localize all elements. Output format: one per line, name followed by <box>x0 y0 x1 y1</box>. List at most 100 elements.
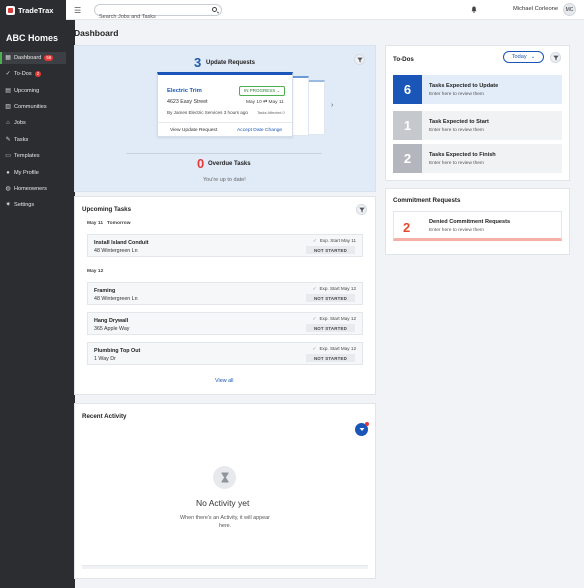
avatar[interactable]: MC <box>563 3 576 16</box>
sidebar-item-upcoming[interactable]: ▤ Upcoming <box>0 85 66 97</box>
chevron-right-icon[interactable]: › <box>331 102 333 109</box>
task-name: Plumbing Top Out <box>94 348 141 354</box>
filter-icon <box>358 207 365 212</box>
denied-commitment-requests-item[interactable]: 2 Denied Commitment Requests Enter here … <box>393 211 562 241</box>
date-group-header: May 12 <box>87 269 103 274</box>
sidebar-item-label: My Profile <box>14 170 39 176</box>
status-badge[interactable]: IN PROGRESS ⌄ <box>239 86 286 96</box>
period-dropdown[interactable]: Today ⌄ <box>503 51 544 63</box>
menu-icon[interactable]: ☰ <box>74 6 81 15</box>
group-extra: Tomorrow <box>107 221 131 226</box>
divider <box>126 153 322 154</box>
top-bar <box>0 0 584 20</box>
hourglass-icon <box>213 466 236 489</box>
todo-text: Task Expected to Start Enter here to revi… <box>422 119 489 133</box>
task-address: 365 Apple Way <box>94 326 130 332</box>
tasks-affected: Tasks Affected 0 <box>257 111 285 115</box>
sidebar-item-my-profile[interactable]: ● My Profile <box>0 167 66 179</box>
search-box[interactable] <box>94 4 222 22</box>
chevron-down-icon <box>359 428 364 431</box>
overdue-message: You're up to date! <box>203 177 246 183</box>
chevron-down-icon: ⌄ <box>530 54 536 60</box>
expected-start-label: Exp. Start May 12 <box>319 316 356 321</box>
sidebar-item-to-dos[interactable]: ✓ To-Dos 2 <box>0 68 66 80</box>
status-badge: NOT STARTED <box>306 324 355 332</box>
accept-date-change-link[interactable]: Accept Date Change <box>237 128 282 133</box>
sidebar-item-tasks[interactable]: ✎ Tasks <box>0 134 66 146</box>
todo-item[interactable]: 6 Tasks Expected to Update Enter here to r… <box>393 75 562 104</box>
todo-title: Tasks Expected to Finish <box>429 151 496 158</box>
calendar-icon: ▤ <box>5 88 11 94</box>
tradetrax-logo-icon <box>6 5 15 15</box>
period-label: Today <box>511 54 527 60</box>
date-change: May 10 ⇄ May 11 <box>246 100 284 105</box>
task-row[interactable]: Install Island Conduit 48 Wintergreen Ln… <box>87 234 363 257</box>
todo-count: 6 <box>393 75 422 104</box>
org-name: ABC Homes <box>6 33 59 43</box>
status-badge: NOT STARTED <box>306 354 355 362</box>
expected-start-label: Exp. Start May 11 <box>319 238 356 243</box>
todo-count: 2 <box>393 144 422 173</box>
task-row[interactable]: Framing 48 Wintergreen Ln ✓ Exp. Start Ma… <box>87 282 363 305</box>
commitment-requests-title: Commitment Requests <box>393 197 461 204</box>
sidebar-item-templates[interactable]: ▭ Templates <box>0 150 66 162</box>
todo-item[interactable]: 2 Tasks Expected to Finish Enter here to r… <box>393 144 562 173</box>
view-all-link[interactable]: View all <box>215 378 233 384</box>
task-row[interactable]: Hang Drywall 365 Apple Way ✓ Exp. Start M… <box>87 312 363 335</box>
update-request-card[interactable]: Electric Trim IN PROGRESS ⌄ 4623 Easy St… <box>157 72 293 137</box>
upcoming-filter-button[interactable] <box>356 204 367 215</box>
todo-text: Tasks Expected to Update Enter here to re… <box>422 83 498 97</box>
upcoming-tasks-title: Upcoming Tasks <box>82 206 132 213</box>
sidebar-item-jobs[interactable]: ⌂ Jobs <box>0 117 66 129</box>
todo-item[interactable]: 1 Task Expected to Start Enter here to rev… <box>393 111 562 140</box>
date-to: May 11 <box>268 100 284 105</box>
sidebar-item-label: Upcoming <box>14 88 40 94</box>
notification-bell-icon[interactable] <box>471 6 477 13</box>
expected-start: ✓ Exp. Start May 12 <box>313 346 356 352</box>
denied-sub: Enter here to review them <box>429 228 484 233</box>
update-requests-count: 3 <box>194 55 202 70</box>
expected-start: ✓ Exp. Start May 12 <box>313 286 356 292</box>
search-input[interactable] <box>95 12 203 22</box>
todo-sub: Enter here to review them <box>429 91 484 97</box>
task-address: 1 Way Dr <box>94 356 116 362</box>
app-logo[interactable]: TradeTrax <box>0 0 66 20</box>
homeowners-icon: ◍ <box>5 186 11 192</box>
count-badge: 2 <box>34 71 42 77</box>
status-label: IN PROGRESS <box>244 88 276 93</box>
sidebar-item-dashboard[interactable]: ▦ Dashboard 58 <box>0 52 66 64</box>
user-name[interactable]: Michael Corleone <box>513 6 558 12</box>
communities-icon: ▥ <box>5 104 11 110</box>
task-address: 4623 Easy Street <box>167 99 208 105</box>
sidebar-item-homeowners[interactable]: ◍ Homeowners <box>0 183 66 195</box>
expected-start: ✓ Exp. Start May 12 <box>313 316 356 322</box>
todos-filter-button[interactable] <box>550 52 561 63</box>
update-requests-label: Update Requests <box>206 60 256 66</box>
sidebar-item-label: To-Dos <box>14 71 32 77</box>
overdue-label: Overdue Tasks <box>208 161 251 167</box>
filter-icon <box>356 57 363 62</box>
view-update-request-link[interactable]: View Update Request <box>170 128 217 133</box>
activity-action-button[interactable] <box>355 422 369 436</box>
task-row[interactable]: Plumbing Top Out 1 Way Dr ✓ Exp. Start Ma… <box>87 342 363 365</box>
task-name: Install Island Conduit <box>94 240 149 246</box>
group-date: May 11 <box>87 221 104 226</box>
check-icon: ✓ <box>312 346 317 351</box>
empty-state-title: No Activity yet <box>196 498 250 508</box>
sidebar-item-label: Dashboard <box>14 55 42 61</box>
expected-start-label: Exp. Start May 12 <box>319 286 356 291</box>
user-icon: ● <box>6 170 10 176</box>
horizontal-scrollbar[interactable] <box>82 565 368 569</box>
group-date: May 12 <box>87 269 104 274</box>
task-title[interactable]: Electric Trim <box>167 88 202 94</box>
update-filter-button[interactable] <box>354 54 365 65</box>
check-icon: ✓ <box>312 286 317 291</box>
search-icon[interactable] <box>212 7 217 12</box>
denied-label: Denied Commitment Requests <box>429 219 511 225</box>
expected-start: ✓ Exp. Start May 11 <box>313 238 356 244</box>
status-badge: NOT STARTED <box>306 246 355 254</box>
check-icon: ✓ <box>312 238 317 243</box>
count-badge: 58 <box>44 55 54 61</box>
sidebar-item-communities[interactable]: ▥ Communities <box>0 101 66 113</box>
sidebar-item-settings[interactable]: ✷ Settings <box>0 199 66 211</box>
